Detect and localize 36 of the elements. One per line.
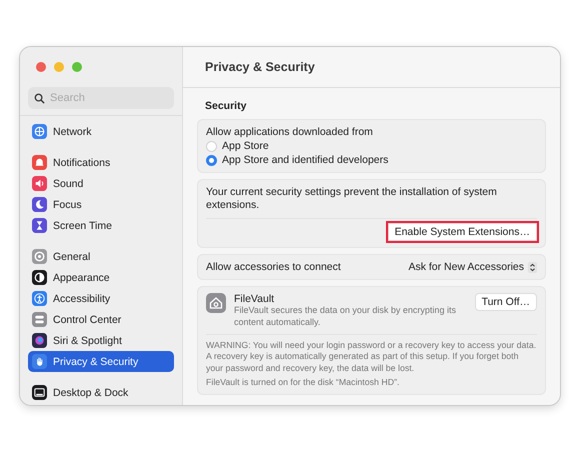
sidebar-item[interactable]: Control Center <box>28 309 174 330</box>
popup-menu[interactable]: Ask for New Accessories <box>408 261 537 274</box>
sidebar-item[interactable]: Siri & Spotlight <box>28 330 174 351</box>
sidebar-item[interactable]: Accessibility <box>28 288 174 309</box>
window-title: Privacy & Security <box>205 60 315 74</box>
close-button[interactable] <box>36 62 46 72</box>
sidebar-item[interactable]: Notifications <box>28 152 174 173</box>
sidebar-item[interactable]: Privacy & Security <box>28 351 174 372</box>
radio-option[interactable]: App Store <box>206 140 537 152</box>
sidebar-item[interactable]: Screen Time <box>28 215 174 236</box>
radio-button[interactable] <box>206 154 217 166</box>
search-field[interactable]: Search <box>28 87 174 109</box>
section-title: Security <box>204 100 248 114</box>
sidebar-item[interactable]: Desktop & Dock <box>28 382 174 403</box>
option-label: App Store <box>222 140 269 152</box>
radio-option[interactable]: App Store and identified developers <box>206 154 537 166</box>
option-label: App Store and identified developers <box>222 154 388 166</box>
enable-extensions-button[interactable]: Enable System Extensions… <box>388 223 537 242</box>
chevron-icon <box>528 262 537 273</box>
house-icon <box>206 293 226 314</box>
warning-text: WARNING: You will need your login password or a recovery key to access your data. A recovery key is automatically generated as part of this setup. If you forget both your password and recovery key, the data will be lost. <box>206 338 537 374</box>
sidebar-item[interactable]: Appearance <box>28 267 174 288</box>
filevault-title: FileVault <box>234 293 276 306</box>
search-icon <box>34 92 45 104</box>
status-text: FileVault is turned on for the disk “Macintosh HD”. <box>206 376 400 388</box>
sidebar-item[interactable]: Focus <box>28 194 174 215</box>
message-text: Your current security settings prevent the installation of system extensions. <box>206 186 498 214</box>
setting-label: Allow applications downloaded from <box>206 126 374 138</box>
sidebar-item[interactable]: General <box>28 246 174 267</box>
setting-label: Allow accessories to connect <box>206 261 341 274</box>
turn-off-button[interactable]: Turn Off… <box>474 293 537 312</box>
sidebar-item[interactable]: Network <box>28 121 174 142</box>
zoom-button[interactable] <box>72 62 82 72</box>
filevault-description: FileVault secures the data on your disk by encrypting its content automatically. <box>234 305 457 328</box>
minimize-button[interactable] <box>54 62 64 72</box>
sidebar-item[interactable]: Sound <box>28 173 174 194</box>
